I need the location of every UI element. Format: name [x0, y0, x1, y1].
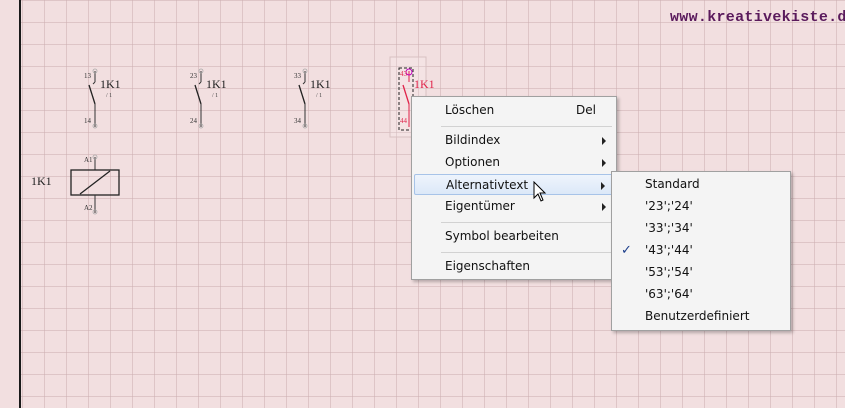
- menu-item-label: Symbol bearbeiten: [445, 229, 559, 243]
- contact-bottom-number: 14: [84, 117, 92, 125]
- menu-separator: [441, 252, 612, 253]
- coil-bottom-terminal: A2: [84, 204, 93, 212]
- checkmark-icon: ✓: [621, 243, 632, 258]
- menu-item-alternativtext[interactable]: Alternativtext: [414, 174, 614, 195]
- contact-23-24[interactable]: 23 24 1K1 / 1: [190, 68, 227, 129]
- contact-bottom-number: 44: [400, 117, 408, 125]
- submenu-item-43-44[interactable]: ✓ '43';'44': [614, 240, 788, 261]
- contact-top-number: 23: [190, 72, 198, 80]
- menu-item-optionen[interactable]: Optionen: [414, 152, 614, 173]
- menu-item-symbol-bearbeiten[interactable]: Symbol bearbeiten: [414, 226, 614, 247]
- menu-item-eigentuemer[interactable]: Eigentümer: [414, 196, 614, 217]
- submenu-arrow-icon: [601, 182, 605, 190]
- coil-label: 1K1: [31, 174, 52, 188]
- menu-item-bildindex[interactable]: Bildindex: [414, 130, 614, 151]
- contact-top-number: 43: [400, 70, 408, 78]
- submenu-item-label: '53';'54': [645, 265, 693, 279]
- contact-ref: / 1: [106, 93, 112, 99]
- mouse-cursor-icon: [533, 181, 547, 202]
- submenu-item-label: '23';'24': [645, 199, 693, 213]
- menu-item-label: Alternativtext: [446, 178, 529, 192]
- contact-label: 1K1: [100, 77, 121, 91]
- contact-label: 1K1: [206, 77, 227, 91]
- relay-coil-1k1[interactable]: 1K1 A1 A2: [31, 154, 120, 215]
- contact-ref: / 1: [316, 93, 322, 99]
- contact-33-34[interactable]: 33 34 1K1 / 1: [294, 68, 331, 129]
- submenu-arrow-icon: [602, 203, 606, 211]
- submenu-item-53-54[interactable]: '53';'54': [614, 262, 788, 283]
- submenu-item-33-34[interactable]: '33';'34': [614, 218, 788, 239]
- menu-item-label: Eigentümer: [445, 199, 515, 213]
- contact-top-number: 33: [294, 72, 302, 80]
- submenu-item-label: '43';'44': [645, 243, 693, 257]
- menu-item-label: Optionen: [445, 155, 501, 169]
- submenu-arrow-icon: [602, 137, 606, 145]
- submenu-item-label: '33';'34': [645, 221, 693, 235]
- submenu-item-benutzerdefiniert[interactable]: Benutzerdefiniert: [614, 306, 788, 327]
- submenu-item-label: Benutzerdefiniert: [645, 309, 750, 323]
- contact-13-14[interactable]: 13 14 1K1 / 1: [84, 68, 121, 129]
- contact-label: 1K1: [414, 77, 435, 91]
- submenu-item-23-24[interactable]: '23';'24': [614, 196, 788, 217]
- coil-top-terminal: A1: [84, 156, 93, 164]
- menu-item-shortcut: Del: [576, 103, 596, 117]
- contact-label: 1K1: [310, 77, 331, 91]
- menu-item-label: Eigenschaften: [445, 259, 531, 273]
- submenu-item-63-64[interactable]: '63';'64': [614, 284, 788, 305]
- submenu-item-label: Standard: [645, 177, 700, 191]
- context-menu: Löschen Del Bildindex Optionen Alternati…: [411, 96, 617, 280]
- menu-item-loeschen[interactable]: Löschen Del: [414, 100, 614, 121]
- contact-top-number: 13: [84, 72, 92, 80]
- menu-separator: [441, 222, 612, 223]
- contact-ref: / 1: [212, 93, 218, 99]
- menu-separator: [441, 126, 612, 127]
- submenu-item-standard[interactable]: Standard: [614, 174, 788, 195]
- menu-item-label: Bildindex: [445, 133, 501, 147]
- submenu-item-label: '63';'64': [645, 287, 693, 301]
- alternativtext-submenu: Standard '23';'24' '33';'34' ✓ '43';'44'…: [611, 171, 791, 331]
- menu-item-label: Löschen: [445, 103, 495, 117]
- menu-item-eigenschaften[interactable]: Eigenschaften: [414, 256, 614, 277]
- submenu-arrow-icon: [602, 159, 606, 167]
- contact-bottom-number: 34: [294, 117, 302, 125]
- contact-bottom-number: 24: [190, 117, 198, 125]
